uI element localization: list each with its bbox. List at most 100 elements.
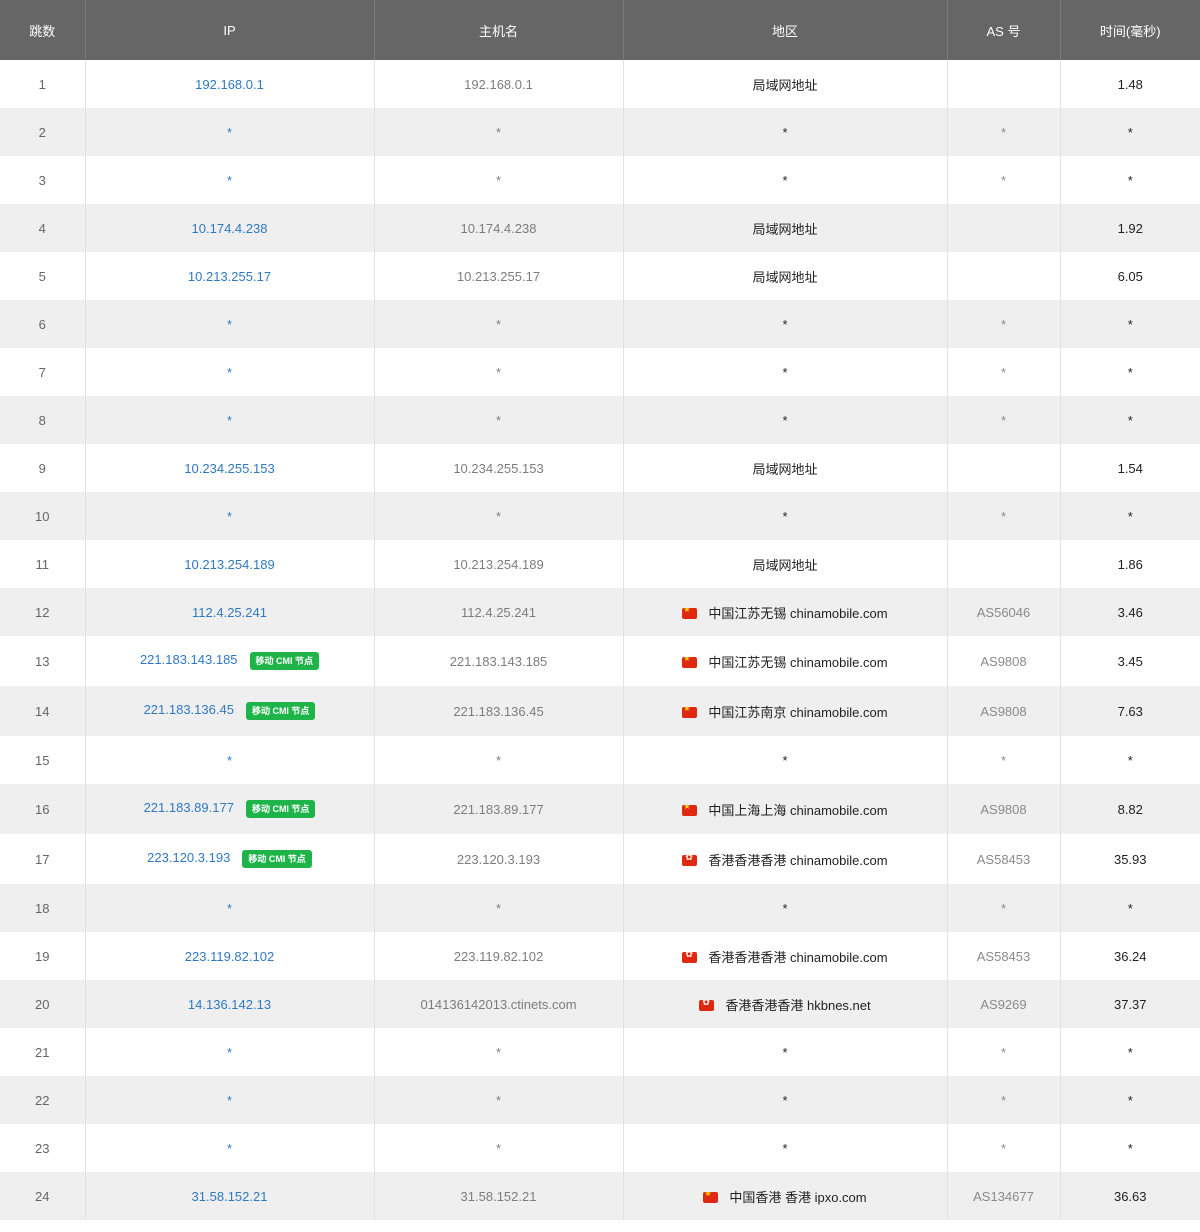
column-header-host: 主机名 [374,0,624,60]
region-text: * [782,364,788,380]
ip-cell: 223.120.3.193 移动 CMI 节点 [85,834,375,884]
ip-cell: * [85,108,375,156]
as-number-cell [947,204,1061,252]
hong-kong-flag-icon [682,854,698,866]
ip-cell: * [85,396,375,444]
time-ms-cell: * [1127,900,1133,916]
as-number-cell: * [947,884,1061,932]
hop-cell: 17 [0,834,86,884]
ip-link[interactable]: 10.234.255.153 [184,461,274,476]
region-cell: 香港香港香港 chinamobile.com [623,834,948,884]
region-cell: 中国江苏南京 chinamobile.com [623,686,948,736]
hostname-cell: 223.120.3.193 [374,834,624,884]
cmi-node-badge: 移动 CMI 节点 [245,800,316,818]
hostname-cell: 223.119.82.102 [374,932,624,980]
hostname-cell: 10.174.4.238 [374,204,624,252]
region-text: 中国江苏无锡 chinamobile.com [708,654,888,670]
table-row: 21 * * * * * [0,1028,1200,1076]
table-row: 4 10.174.4.238 10.174.4.238 局域网地址 1.92 [0,204,1200,252]
hostname-cell: * [374,396,624,444]
ip-link[interactable]: 221.183.143.185 [140,652,238,667]
time-ms-cell: * [1127,124,1133,140]
ip-link: * [226,1044,233,1060]
table-row: 9 10.234.255.153 10.234.255.153 局域网地址 1.54 [0,444,1200,492]
ip-link: * [226,172,233,188]
time-ms-cell: 6.05 [1117,268,1143,284]
ip-cell: 10.213.255.17 [85,252,375,300]
hop-cell: 12 [0,588,86,636]
ip-link[interactable]: 31.58.152.21 [192,1189,268,1204]
hostname-cell: 014136142013.ctinets.com [374,980,624,1028]
ip-link[interactable]: 10.213.254.189 [184,557,274,572]
hostname-cell: 221.183.89.177 [374,784,624,834]
region-cell: * [623,736,948,784]
time-ms-cell: * [1127,412,1133,428]
table-row: 23 * * * * * [0,1124,1200,1172]
time-ms-cell: 35.93 [1113,851,1147,867]
table-row: 8 * * * * * [0,396,1200,444]
table-row: 18 * * * * * [0,884,1200,932]
hop-cell: 24 [0,1172,86,1220]
ip-cell: 221.183.89.177 移动 CMI 节点 [85,784,375,834]
time-ms-cell: 1.54 [1117,460,1143,476]
table-row: 3 * * * * * [0,156,1200,204]
hostname-cell: 10.213.255.17 [374,252,624,300]
ip-cell: * [85,884,375,932]
as-number-cell: * [947,1124,1061,1172]
ip-link[interactable]: 112.4.25.241 [192,605,267,620]
region-text: 中国江苏无锡 chinamobile.com [708,605,888,621]
as-number-cell: AS58453 [947,932,1061,980]
table-header: 跳数 IP 主机名 地区 AS 号 时间(毫秒) [0,0,1200,60]
time-ms-cell: 3.46 [1117,604,1143,620]
cmi-node-badge: 移动 CMI 节点 [242,850,312,868]
table-row: 6 * * * * * [0,300,1200,348]
hostname-cell: * [374,884,624,932]
as-number-cell: * [947,736,1061,784]
region-cell: 局域网地址 [623,540,948,588]
hostname-cell: * [374,1076,624,1124]
as-number-cell: * [947,156,1061,204]
as-number-cell: AS9808 [947,636,1061,686]
ip-link[interactable]: 221.183.89.177 [144,800,234,815]
traceroute-table: 跳数 IP 主机名 地区 AS 号 时间(毫秒) 1 192.168.0.1 192… [0,0,1200,1220]
ip-cell: * [85,1028,375,1076]
as-number-cell: * [947,1028,1061,1076]
as-number-cell [947,444,1061,492]
region-cell: * [623,1124,948,1172]
ip-link[interactable]: 221.183.136.45 [144,702,234,717]
time-ms-cell: * [1127,752,1133,768]
hostname-cell: 221.183.136.45 [374,686,624,736]
hop-cell: 6 [0,300,86,348]
table-row: 7 * * * * * [0,348,1200,396]
table-row: 22 * * * * * [0,1076,1200,1124]
time-ms-cell: 3.45 [1117,653,1143,669]
ip-link[interactable]: 192.168.0.1 [195,77,264,92]
column-header-hop: 跳数 [0,0,86,60]
ip-link[interactable]: 10.213.255.17 [188,269,271,284]
ip-link[interactable]: 223.119.82.102 [185,949,274,964]
ip-link: * [226,900,233,916]
hong-kong-flag-icon [699,999,715,1011]
ip-cell: 10.213.254.189 [85,540,375,588]
ip-link[interactable]: 10.174.4.238 [192,221,268,236]
as-number-cell [947,540,1061,588]
as-number-cell: * [947,396,1061,444]
table-row: 24 31.58.152.21 31.58.152.21 中国香港 香港 ipxo.c… [0,1172,1200,1220]
ip-cell: 14.136.142.13 [85,980,375,1028]
table-body: 1 192.168.0.1 192.168.0.1 局域网地址 1.48 2 * * * * * 3 *… [0,60,1200,1220]
hop-cell: 9 [0,444,86,492]
region-text: 中国江苏南京 chinamobile.com [708,704,888,720]
hostname-cell: * [374,1124,624,1172]
ip-cell: * [85,1124,375,1172]
hop-cell: 19 [0,932,86,980]
table-row: 13 221.183.143.185 移动 CMI 节点 221.183.143.18… [0,636,1200,686]
as-number-cell: * [947,348,1061,396]
header-row: 跳数 IP 主机名 地区 AS 号 时间(毫秒) [0,0,1200,60]
region-text: * [782,508,788,524]
time-ms-cell: 36.24 [1113,948,1147,964]
ip-link[interactable]: 14.136.142.13 [188,997,271,1012]
region-text: 香港香港香港 hkbnes.net [725,997,871,1013]
ip-link[interactable]: 223.120.3.193 [147,850,230,865]
region-cell: * [623,300,948,348]
as-number-cell [947,60,1061,108]
